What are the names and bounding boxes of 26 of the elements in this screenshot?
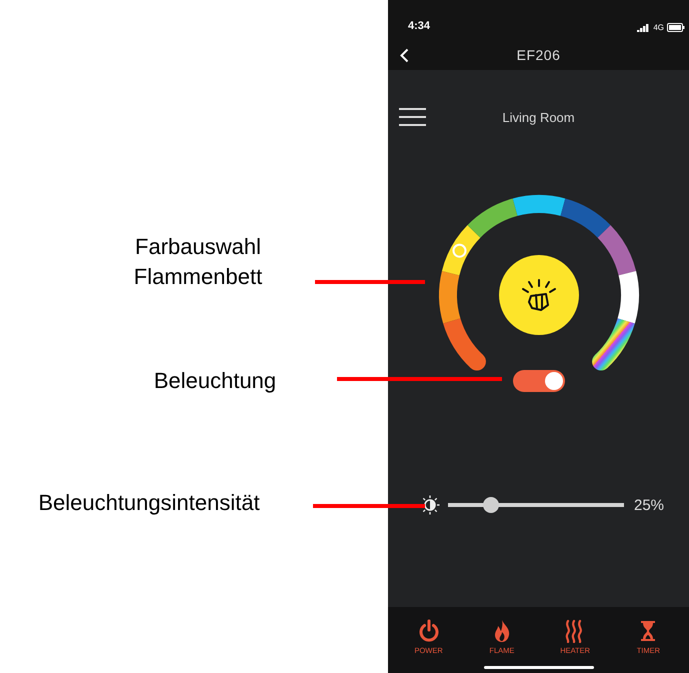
status-time: 4:34 <box>408 20 430 32</box>
brightness-value: 25% <box>634 496 664 514</box>
color-segment[interactable] <box>467 198 518 238</box>
annotation-label: Farbauswahl Flammenbett <box>132 233 264 291</box>
room-title: Living Room <box>502 110 575 124</box>
screen-title: EF206 <box>516 47 560 63</box>
light-button[interactable] <box>498 255 578 335</box>
network-label: 4G <box>653 23 664 32</box>
color-segment[interactable] <box>592 318 634 371</box>
slider-thumb[interactable] <box>482 497 499 513</box>
color-segment[interactable] <box>512 195 564 216</box>
signal-icon <box>637 24 650 32</box>
annotation-label: Beleuchtung <box>152 367 278 395</box>
power-icon <box>418 619 440 643</box>
color-segment[interactable] <box>560 198 610 238</box>
color-segment[interactable] <box>438 271 460 324</box>
menu-button[interactable] <box>399 108 426 126</box>
color-segment[interactable] <box>596 225 636 276</box>
brightness-icon <box>420 495 440 515</box>
color-segment[interactable] <box>442 318 486 371</box>
selection-marker[interactable] <box>452 244 466 258</box>
light-toggle[interactable] <box>512 370 564 392</box>
annotation-label: Beleuchtungsintensität <box>37 489 261 517</box>
battery-icon <box>667 23 685 32</box>
light-icon <box>522 279 556 311</box>
chevron-left-icon <box>400 48 408 62</box>
